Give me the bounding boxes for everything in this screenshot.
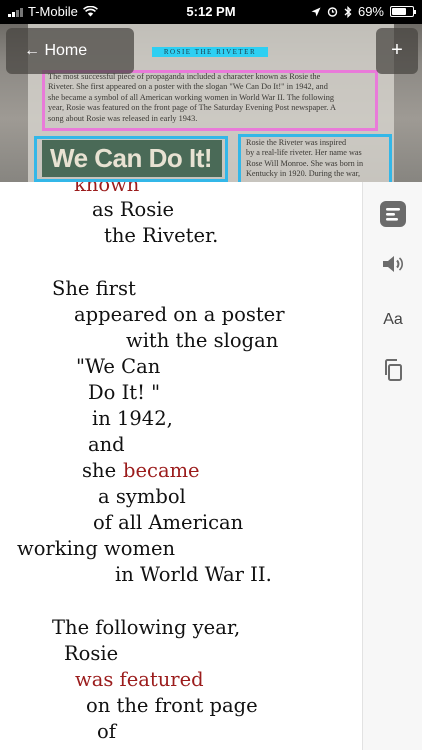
reader-line[interactable]: She first bbox=[52, 276, 136, 302]
location-arrow-icon bbox=[311, 7, 321, 16]
home-button[interactable]: ← Home bbox=[6, 28, 134, 74]
image-selection-box[interactable] bbox=[34, 136, 228, 182]
speaker-icon bbox=[383, 256, 404, 272]
document-icon bbox=[380, 201, 406, 227]
scan-page-title: ROSIE THE RIVETER bbox=[152, 47, 268, 57]
reader-line[interactable]: a symbol bbox=[98, 484, 186, 510]
highlighted-word[interactable]: known bbox=[74, 182, 139, 198]
reader-line[interactable]: "We Can bbox=[76, 354, 160, 380]
highlighted-word[interactable]: became bbox=[123, 458, 200, 484]
reader-line[interactable]: on the front page bbox=[86, 693, 258, 719]
reader-line[interactable]: working women bbox=[17, 536, 175, 562]
battery-icon bbox=[390, 6, 416, 17]
status-right: 69% bbox=[311, 4, 416, 19]
reader-line[interactable]: as Rosie bbox=[92, 197, 174, 223]
font-size-button[interactable]: Aa bbox=[363, 298, 422, 342]
reader-line[interactable]: appeared on a poster bbox=[74, 302, 285, 328]
copy-button[interactable] bbox=[363, 348, 422, 392]
reader-line[interactable]: Rosie bbox=[64, 641, 118, 667]
reader-line[interactable]: she bbox=[82, 458, 116, 484]
sidebar-selection-box[interactable] bbox=[238, 134, 392, 182]
reader-line[interactable]: The following year, bbox=[52, 615, 240, 641]
document-button[interactable] bbox=[363, 192, 422, 236]
reader-line[interactable]: of bbox=[97, 719, 116, 745]
reader-line[interactable]: the Riveter. bbox=[104, 223, 218, 249]
speak-button[interactable] bbox=[363, 242, 422, 286]
reader-line[interactable]: with the slogan bbox=[126, 328, 278, 354]
copy-icon bbox=[385, 359, 402, 381]
reader-line[interactable]: Do It! " bbox=[88, 380, 160, 406]
bluetooth-icon bbox=[344, 5, 352, 18]
alarm-icon bbox=[327, 7, 338, 17]
status-bar: T-Mobile 5:12 PM 69% bbox=[0, 0, 422, 24]
paragraph-selection-box[interactable] bbox=[42, 70, 378, 131]
battery-level bbox=[392, 8, 406, 15]
battery-percent: 69% bbox=[357, 4, 384, 19]
reader-pane[interactable]: known as Rosie the Riveter. She first appear… bbox=[0, 182, 362, 750]
add-button[interactable]: + bbox=[376, 28, 418, 74]
reader-line[interactable]: and bbox=[88, 432, 125, 458]
reader-line[interactable]: of all American bbox=[93, 510, 243, 536]
reader-line[interactable]: in World War II. bbox=[115, 562, 272, 588]
reader-toolbar: Aa bbox=[362, 182, 422, 750]
reader-line[interactable]: in 1942, bbox=[92, 406, 173, 432]
highlighted-word[interactable]: was featured bbox=[75, 667, 204, 693]
